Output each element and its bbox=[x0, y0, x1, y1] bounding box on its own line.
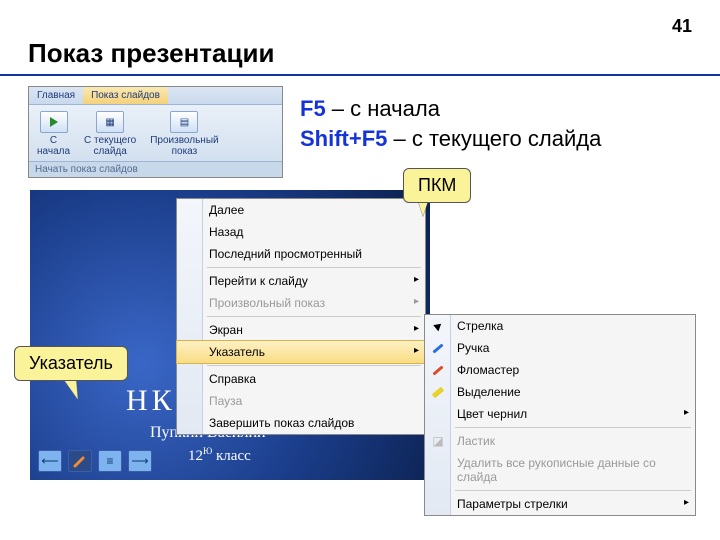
slide-icon: ▦ bbox=[96, 111, 124, 133]
menu-pause: Пауза bbox=[177, 390, 425, 412]
ribbon: Главная Показ слайдов С начала ▦ С текущ… bbox=[28, 86, 283, 178]
page-number: 41 bbox=[672, 16, 692, 37]
menu-last-viewed[interactable]: Последний просмотренный bbox=[177, 243, 425, 265]
play-icon bbox=[40, 111, 68, 133]
menu-end-show[interactable]: Завершить показ слайдов bbox=[177, 412, 425, 434]
page-title: Показ презентации bbox=[28, 38, 274, 69]
sub-arrow-params[interactable]: Параметры стрелки bbox=[425, 493, 695, 515]
btn-from-start[interactable]: С начала bbox=[33, 109, 74, 159]
pen-icon bbox=[430, 340, 446, 356]
ribbon-group-caption: Начать показ слайдов bbox=[29, 161, 282, 177]
menu-help[interactable]: Справка bbox=[177, 368, 425, 390]
sub-marker[interactable]: Фломастер bbox=[425, 359, 695, 381]
sub-highlight[interactable]: Выделение bbox=[425, 381, 695, 403]
context-menu: Далее Назад Последний просмотренный Пере… bbox=[176, 198, 426, 435]
title-underline bbox=[0, 74, 720, 76]
nav-menu[interactable]: ≡ bbox=[98, 450, 122, 472]
ribbon-tab-slideshow[interactable]: Показ слайдов bbox=[83, 87, 168, 104]
ribbon-tab-home[interactable]: Главная bbox=[29, 87, 83, 104]
nav-prev[interactable]: ⟵ bbox=[38, 450, 62, 472]
callout-pkm: ПКМ bbox=[403, 168, 471, 203]
btn-from-current-label: С текущего слайда bbox=[84, 135, 136, 157]
highlight-icon bbox=[430, 384, 446, 400]
sub-pen[interactable]: Ручка bbox=[425, 337, 695, 359]
menu-goto-slide[interactable]: Перейти к слайду bbox=[177, 270, 425, 292]
btn-from-start-label: С начала bbox=[37, 135, 70, 157]
slide-class: 12Ю класс bbox=[188, 446, 251, 465]
kb-shift-f5: Shift+F5 bbox=[300, 126, 387, 151]
menu-pointer[interactable]: Указатель bbox=[176, 340, 426, 364]
kb-shift-f5-desc: – с текущего слайда bbox=[387, 126, 601, 151]
nav-next[interactable]: ⟶ bbox=[128, 450, 152, 472]
kb-f5: F5 bbox=[300, 96, 326, 121]
marker-icon bbox=[430, 362, 446, 378]
menu-back[interactable]: Назад bbox=[177, 221, 425, 243]
sub-arrow[interactable]: Стрелка bbox=[425, 315, 695, 337]
sub-eraser: ◪ Ластик bbox=[425, 430, 695, 452]
pointer-submenu: Стрелка Ручка Фломастер Выделение Цвет ч… bbox=[424, 314, 696, 516]
kb-f5-desc: – с начала bbox=[326, 96, 440, 121]
shortcut-text: F5 – с начала Shift+F5 – с текущего слай… bbox=[300, 94, 601, 153]
menu-screen[interactable]: Экран bbox=[177, 319, 425, 341]
sub-ink-color[interactable]: Цвет чернил bbox=[425, 403, 695, 425]
btn-from-current[interactable]: ▦ С текущего слайда bbox=[80, 109, 140, 159]
eraser-icon: ◪ bbox=[430, 433, 446, 449]
slide-nav: ⟵ ≡ ⟶ bbox=[38, 450, 152, 472]
custom-icon: ▤ bbox=[170, 111, 198, 133]
cursor-icon bbox=[430, 318, 446, 334]
btn-custom-label: Произвольный показ bbox=[150, 135, 218, 157]
btn-custom-show[interactable]: ▤ Произвольный показ bbox=[146, 109, 222, 159]
callout-pointer: Указатель bbox=[14, 346, 128, 381]
menu-custom-show: Произвольный показ bbox=[177, 292, 425, 314]
menu-next[interactable]: Далее bbox=[177, 199, 425, 221]
nav-pen[interactable] bbox=[68, 450, 92, 472]
sub-erase-all: Удалить все рукописные данные со слайда bbox=[425, 452, 695, 488]
